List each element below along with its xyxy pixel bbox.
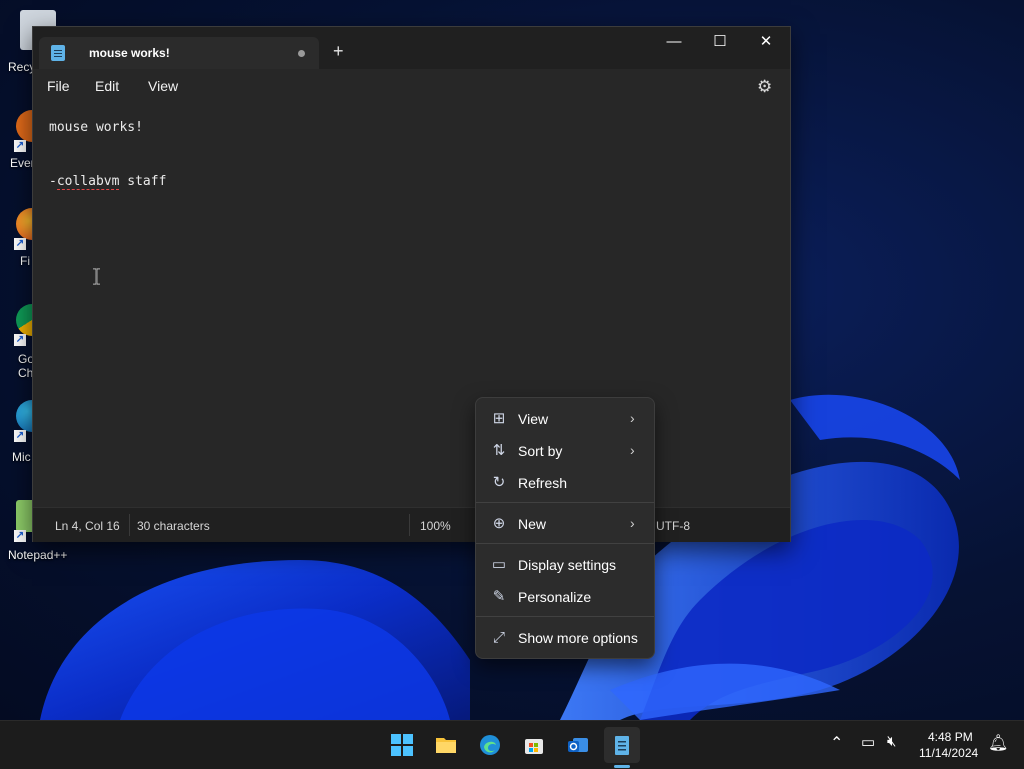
menu-item-new[interactable]: ⊕ New › xyxy=(480,509,650,539)
menu-item-label: Show more options xyxy=(518,630,638,646)
store-icon xyxy=(525,739,543,754)
line4-suffix: staff xyxy=(119,174,167,189)
minimize-button[interactable]: — xyxy=(651,27,697,59)
edge-icon xyxy=(480,735,500,755)
menu-item-display-settings[interactable]: ▭ Display settings xyxy=(480,550,650,580)
start-button[interactable] xyxy=(384,727,420,763)
windows-logo-icon xyxy=(391,734,413,756)
shortcut-arrow-icon: ↗ xyxy=(14,530,26,542)
maximize-button[interactable]: ☐ xyxy=(697,27,743,59)
tab-mouse-works[interactable]: mouse works! xyxy=(39,37,319,69)
volume-muted-icon[interactable]: 🔇︎ xyxy=(887,733,896,750)
clock-time[interactable]: 4:48 PM xyxy=(928,730,973,744)
menu-bar: File Edit View ⚙ xyxy=(33,69,790,103)
menu-divider xyxy=(476,543,654,544)
misspelled-word[interactable]: collabvm xyxy=(56,174,120,190)
menu-item-refresh[interactable]: ↻ Refresh xyxy=(480,468,650,498)
menu-item-sort-by[interactable]: ⇅ Sort by › xyxy=(480,436,650,466)
close-button[interactable]: ✕ xyxy=(743,27,789,59)
notepad-window[interactable]: mouse works! + — ☐ ✕ File Edit View ⚙ mo… xyxy=(32,26,791,542)
menu-item-view[interactable]: ⊞ View › xyxy=(480,404,650,434)
new-tab-button[interactable]: + xyxy=(333,42,344,60)
tab-title: mouse works! xyxy=(89,46,170,60)
taskbar-edge[interactable] xyxy=(472,727,508,763)
display-icon: ▭ xyxy=(491,556,507,573)
plus-circle-icon: ⊕ xyxy=(492,515,506,532)
unsaved-dot-icon[interactable] xyxy=(298,50,305,57)
menu-file[interactable]: File xyxy=(47,78,70,94)
encoding: UTF-8 xyxy=(656,519,690,533)
zoom-level: 100% xyxy=(420,519,451,533)
taskbar-outlook[interactable] xyxy=(560,727,596,763)
notification-bell-icon[interactable]: 🔔︎ xyxy=(988,733,1008,753)
settings-gear-icon[interactable]: ⚙ xyxy=(757,77,772,97)
cursor-position: Ln 4, Col 16 xyxy=(55,519,120,533)
title-bar[interactable]: mouse works! + — ☐ ✕ xyxy=(33,27,790,69)
shortcut-arrow-icon: ↗ xyxy=(14,334,26,346)
menu-edit[interactable]: Edit xyxy=(95,78,119,94)
taskbar: ⌃ ▭ 🔇︎ 4:48 PM 11/14/2024 🔔︎ xyxy=(0,720,1024,769)
menu-item-label: Display settings xyxy=(518,557,617,573)
folder-icon xyxy=(436,738,456,753)
text-editor[interactable]: mouse works! -collabvm staff xyxy=(33,103,790,507)
desktop-context-menu: ⊞ View › ⇅ Sort by › ↻ Refresh ⊕ New › ▭… xyxy=(475,397,655,659)
menu-item-label: Refresh xyxy=(518,475,568,491)
status-divider xyxy=(129,514,130,536)
line4-prefix: - xyxy=(49,174,57,189)
editor-line-4: -collabvm staff xyxy=(49,174,167,190)
character-count: 30 characters xyxy=(137,519,210,533)
menu-view[interactable]: View xyxy=(148,78,178,94)
chevron-right-icon: › xyxy=(630,410,635,426)
shortcut-arrow-icon: ↗ xyxy=(14,430,26,442)
network-icon[interactable]: ▭ xyxy=(861,733,875,751)
shortcut-arrow-icon: ↗ xyxy=(14,140,26,152)
menu-item-label: Sort by xyxy=(518,443,563,459)
taskbar-file-explorer[interactable] xyxy=(428,727,464,763)
menu-item-label: View xyxy=(518,411,549,427)
shortcut-arrow-icon: ↗ xyxy=(14,238,26,250)
notepad-icon xyxy=(615,736,629,755)
chevron-right-icon: › xyxy=(630,442,635,458)
pen-icon: ✎ xyxy=(492,588,506,605)
menu-divider xyxy=(476,616,654,617)
show-hidden-icons-chevron-icon[interactable]: ⌃ xyxy=(830,733,843,753)
text-cursor-icon xyxy=(93,268,100,285)
menu-divider xyxy=(476,502,654,503)
refresh-icon: ↻ xyxy=(492,474,506,491)
editor-line-1: mouse works! xyxy=(49,120,143,135)
menu-item-show-more-options[interactable]: ⤢ Show more options xyxy=(480,623,650,653)
desktop-icon-label: Notepad++ xyxy=(8,548,68,562)
chevron-right-icon: › xyxy=(630,515,635,531)
menu-item-personalize[interactable]: ✎ Personalize xyxy=(480,582,650,612)
status-divider xyxy=(409,514,410,536)
taskbar-notepad[interactable] xyxy=(604,727,640,763)
outlook-icon xyxy=(568,738,588,752)
notepad-app-icon xyxy=(51,45,65,61)
status-bar: Ln 4, Col 16 30 characters 100% UTF-8 xyxy=(33,507,790,542)
sort-icon: ⇅ xyxy=(492,442,506,459)
menu-item-label: New xyxy=(518,516,547,532)
expand-icon: ⤢ xyxy=(492,629,505,646)
clock-date[interactable]: 11/14/2024 xyxy=(919,746,978,760)
taskbar-microsoft-store[interactable] xyxy=(516,727,552,763)
grid-icon: ⊞ xyxy=(492,410,506,427)
menu-item-label: Personalize xyxy=(518,589,592,605)
